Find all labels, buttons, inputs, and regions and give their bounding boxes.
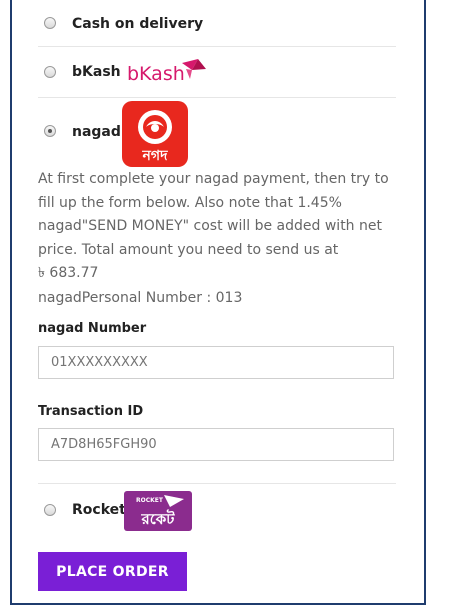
nagad-instructions: At first complete your nagad payment, th… [38, 168, 410, 286]
cod-label: Cash on delivery [72, 16, 204, 32]
total-amount: ৳ 683.77 [38, 265, 99, 281]
bkash-bird-icon [182, 59, 206, 79]
frame-right-border [424, 0, 426, 605]
nagad-logo-text: নগদ [142, 148, 169, 164]
instruction-line: fill up the form below. Also note that 1… [38, 194, 342, 211]
rocket-label: Rocket [72, 502, 126, 518]
payment-option-bkash[interactable]: bKash [38, 56, 396, 90]
payment-option-nagad[interactable]: nagad [38, 116, 396, 146]
cod-radio[interactable] [44, 17, 56, 29]
place-order-button[interactable]: PLACE ORDER [38, 552, 187, 591]
nagad-radio[interactable] [44, 125, 56, 137]
nagad-number-label: nagad Number [38, 321, 147, 336]
rocket-emblem-icon: ROCKET রকেট [136, 495, 184, 528]
bkash-label: bKash [72, 64, 121, 80]
payment-option-cod[interactable]: Cash on delivery [38, 10, 396, 40]
rocket-logo: ROCKET রকেট [124, 491, 192, 531]
bkash-radio[interactable] [44, 66, 56, 78]
divider [38, 46, 396, 47]
nagad-logo: নগদ [122, 101, 188, 167]
instruction-line: nagad"SEND MONEY" cost will be added wit… [38, 218, 382, 234]
rocket-radio[interactable] [44, 504, 56, 516]
nagad-personal-number: nagadPersonal Number : 013 [38, 290, 243, 306]
frame-left-border [10, 0, 12, 605]
bkash-logo: bKash [127, 59, 206, 85]
divider [38, 97, 396, 98]
instruction-line: price. Total amount you need to send us … [38, 241, 339, 258]
instruction-line: At first complete your nagad payment, th… [38, 171, 389, 187]
nagad-label: nagad [72, 124, 121, 140]
divider [38, 483, 396, 484]
rocket-logo-script: রকেট [141, 509, 176, 528]
rocket-logo-text: ROCKET [136, 497, 164, 504]
nagad-emblem-icon: নগদ [138, 110, 172, 164]
transaction-id-input[interactable] [38, 428, 394, 461]
nagad-number-input[interactable] [38, 346, 394, 379]
bkash-logo-text: bKash [127, 63, 185, 85]
payment-option-rocket[interactable]: Rocket [38, 496, 396, 526]
transaction-id-label: Transaction ID [38, 404, 144, 419]
